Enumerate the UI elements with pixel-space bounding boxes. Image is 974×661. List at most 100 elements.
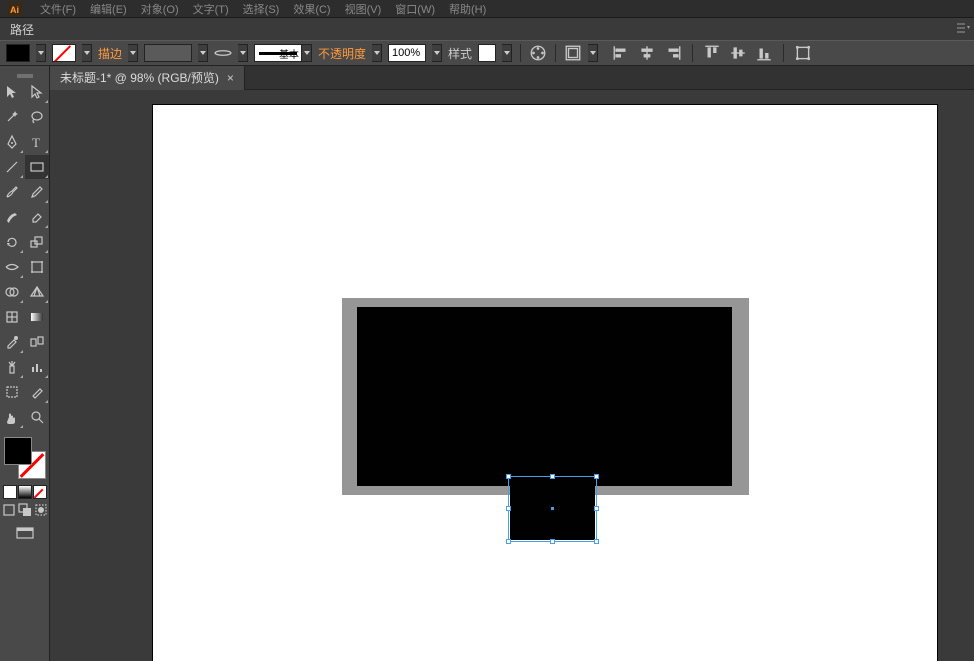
brush-profile[interactable]: 基本 [254, 44, 312, 62]
scale-tool[interactable] [25, 230, 49, 254]
handle-lc[interactable] [506, 506, 511, 511]
blend-tool[interactable] [25, 330, 49, 354]
opacity-field[interactable]: 100% [388, 44, 426, 62]
variable-width-dropdown[interactable] [238, 44, 248, 62]
svg-text:Ai: Ai [10, 5, 19, 15]
close-icon[interactable]: × [227, 71, 234, 85]
paintbrush-tool[interactable] [0, 180, 24, 204]
shape-rect-large-fill [357, 307, 732, 486]
stroke-label[interactable]: 描边 [98, 45, 122, 62]
stroke-panel-dropdown[interactable] [128, 44, 138, 62]
screen-mode-icon[interactable] [16, 525, 34, 543]
menu-edit[interactable]: 编辑(E) [84, 1, 133, 17]
align-hcenter-icon[interactable] [638, 44, 656, 62]
align-vcenter-icon[interactable] [729, 44, 747, 62]
zoom-tool[interactable] [25, 405, 49, 429]
panel-tab-path[interactable]: 路径 [2, 19, 42, 40]
fill-color-swatch[interactable] [4, 437, 32, 465]
draw-normal-icon[interactable] [2, 503, 16, 517]
align-left-icon[interactable] [612, 44, 630, 62]
mesh-tool[interactable] [0, 305, 24, 329]
line-tool[interactable] [0, 155, 24, 179]
shape-builder-tool[interactable] [0, 280, 24, 304]
color-mode-solid[interactable] [3, 485, 17, 499]
selection-box[interactable] [508, 476, 597, 542]
recolor-icon[interactable] [529, 44, 547, 62]
style-swatch[interactable] [478, 44, 496, 62]
selection-tool[interactable] [0, 80, 24, 104]
menu-effect[interactable]: 效果(C) [287, 1, 336, 17]
transform-icon[interactable] [794, 44, 812, 62]
magic-wand-tool[interactable] [0, 105, 24, 129]
direct-selection-tool[interactable] [25, 80, 49, 104]
menu-window[interactable]: 窗口(W) [389, 1, 441, 17]
opacity-label[interactable]: 不透明度 [318, 45, 366, 62]
color-mode-gradient[interactable] [18, 485, 32, 499]
color-picker[interactable] [4, 437, 46, 479]
fill-dropdown[interactable] [36, 44, 46, 62]
menu-select[interactable]: 选择(S) [237, 1, 286, 17]
slice-tool[interactable] [25, 380, 49, 404]
panel-menu-icon[interactable] [956, 22, 970, 34]
menu-file[interactable]: 文件(F) [34, 1, 82, 17]
align-top-icon[interactable] [703, 44, 721, 62]
svg-text:T: T [32, 135, 40, 150]
width-tool[interactable] [0, 255, 24, 279]
menu-help[interactable]: 帮助(H) [443, 1, 492, 17]
symbol-sprayer-tool[interactable] [0, 355, 24, 379]
type-tool[interactable]: T [25, 130, 49, 154]
canvas-viewport[interactable] [50, 90, 974, 661]
pen-tool[interactable] [0, 130, 24, 154]
doc-setup-icon[interactable] [564, 44, 582, 62]
stroke-dropdown[interactable] [82, 44, 92, 62]
blob-brush-tool[interactable] [0, 205, 24, 229]
handle-tr[interactable] [594, 474, 599, 479]
align-bottom-icon[interactable] [755, 44, 773, 62]
brush-profile-dropdown[interactable] [302, 44, 312, 62]
handle-tl[interactable] [506, 474, 511, 479]
handle-tc[interactable] [550, 474, 555, 479]
color-mode-none[interactable] [33, 485, 47, 499]
toolbox-grip[interactable] [5, 70, 45, 76]
style-label[interactable]: 样式 [448, 45, 472, 62]
draw-inside-icon[interactable] [34, 503, 48, 517]
rectangle-tool[interactable] [25, 155, 49, 179]
workspace: T [0, 66, 974, 661]
pencil-tool[interactable] [25, 180, 49, 204]
menu-type[interactable]: 文字(T) [187, 1, 235, 17]
stroke-swatch[interactable] [52, 44, 76, 62]
handle-rc[interactable] [594, 506, 599, 511]
handle-center[interactable] [551, 507, 554, 510]
style-dropdown[interactable] [502, 44, 512, 62]
opacity-panel-dropdown[interactable] [372, 44, 382, 62]
doc-tab-strip: 未标题-1* @ 98% (RGB/预览) × [50, 66, 974, 90]
gradient-tool[interactable] [25, 305, 49, 329]
menu-view[interactable]: 视图(V) [339, 1, 388, 17]
artboard[interactable] [153, 105, 937, 661]
handle-br[interactable] [594, 539, 599, 544]
menu-object[interactable]: 对象(O) [135, 1, 185, 17]
doc-setup-dropdown[interactable] [588, 44, 598, 62]
rotate-tool[interactable] [0, 230, 24, 254]
fill-swatch[interactable] [6, 44, 30, 62]
doc-tab[interactable]: 未标题-1* @ 98% (RGB/预览) × [50, 66, 245, 90]
perspective-grid-tool[interactable] [25, 280, 49, 304]
stroke-weight-dropdown[interactable] [198, 44, 208, 62]
variable-width-icon[interactable] [214, 44, 232, 62]
opacity-dropdown[interactable] [432, 44, 442, 62]
lasso-tool[interactable] [25, 105, 49, 129]
toolbox: T [0, 66, 50, 661]
draw-behind-icon[interactable] [18, 503, 32, 517]
eyedropper-tool[interactable] [0, 330, 24, 354]
handle-bc[interactable] [550, 539, 555, 544]
stroke-weight-field[interactable] [144, 44, 192, 62]
artboard-tool[interactable] [0, 380, 24, 404]
handle-bl[interactable] [506, 539, 511, 544]
eraser-tool[interactable] [25, 205, 49, 229]
align-right-icon[interactable] [664, 44, 682, 62]
free-transform-tool[interactable] [25, 255, 49, 279]
column-graph-tool[interactable] [25, 355, 49, 379]
hand-tool[interactable] [0, 405, 24, 429]
shape-rect-large[interactable] [342, 298, 749, 495]
doc-tab-title: 未标题-1* @ 98% (RGB/预览) [60, 69, 219, 86]
